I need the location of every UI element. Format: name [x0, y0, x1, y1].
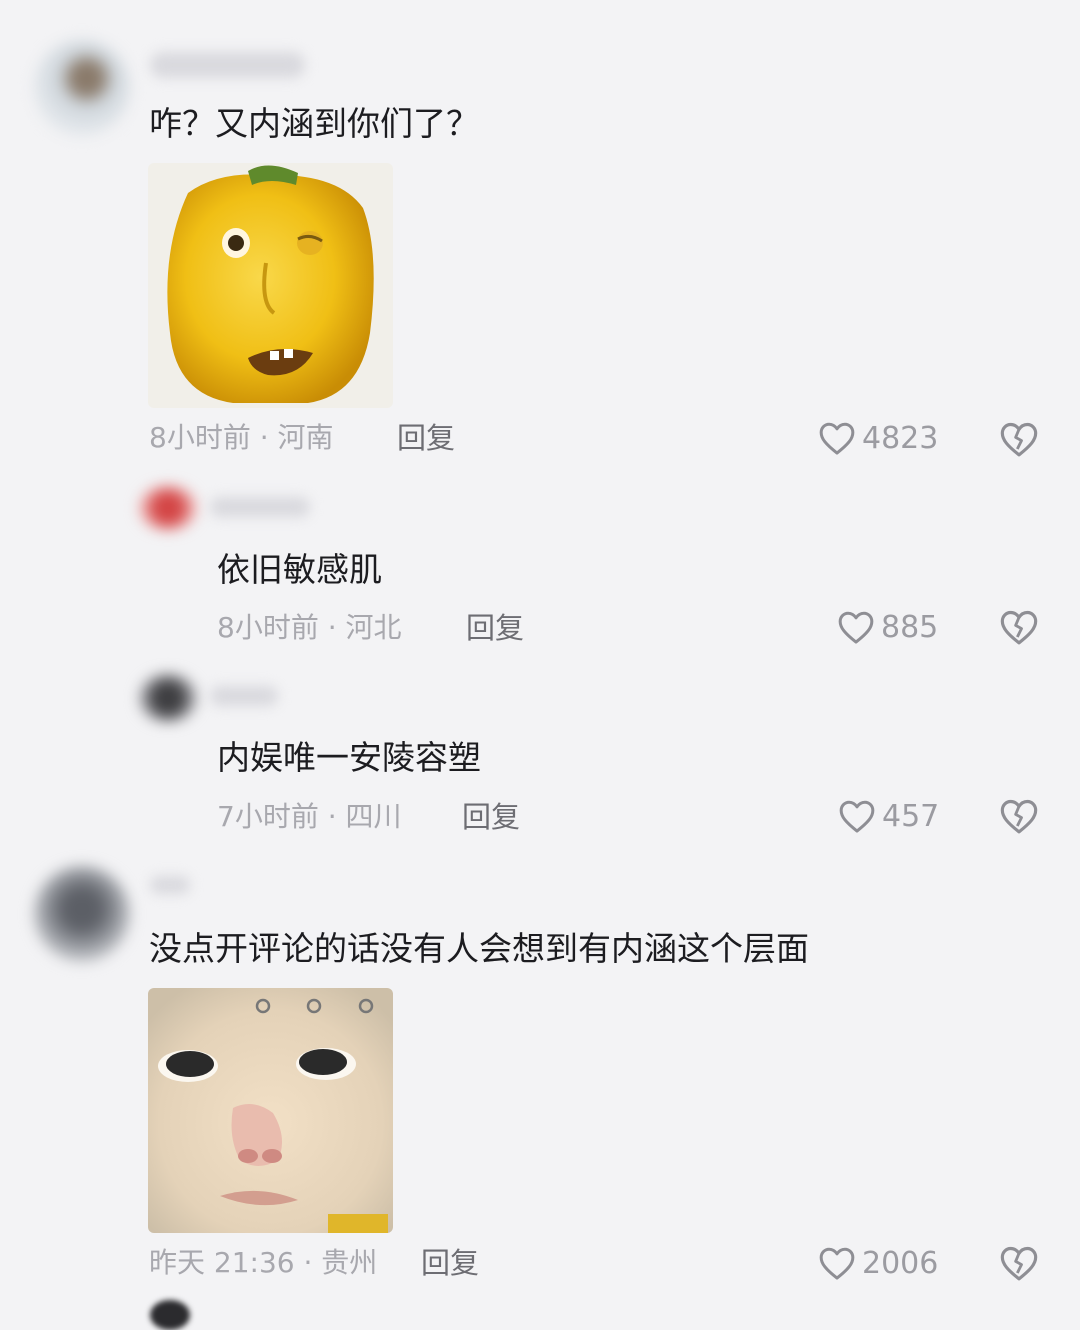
avatar[interactable]: [139, 674, 197, 722]
heart-icon: [838, 798, 876, 834]
like-count: 2006: [862, 1245, 939, 1281]
like-count: 4823: [862, 420, 939, 456]
username[interactable]: [210, 497, 310, 517]
comment-location: 四川: [345, 800, 402, 833]
comment-time: 7小时前: [217, 800, 319, 833]
reply-button[interactable]: 回复: [397, 421, 455, 455]
comment-text: 没点开评论的话没有人会想到有内涵这个层面: [149, 929, 809, 968]
heart-icon: [818, 420, 856, 456]
yellow-pepper-face-sticker[interactable]: [148, 163, 393, 408]
meta-dot: ·: [318, 611, 346, 644]
comment-location: 河南: [277, 421, 334, 454]
like-count: 885: [881, 609, 939, 645]
dislike-button[interactable]: [999, 608, 1039, 646]
heart-icon: [818, 1245, 856, 1281]
reply-button[interactable]: 回复: [421, 1246, 479, 1280]
like-count: 457: [882, 798, 940, 834]
username[interactable]: [210, 686, 278, 706]
comment-meta: 7小时前 · 四川: [217, 800, 402, 834]
like-button[interactable]: 457: [838, 798, 939, 834]
like-button[interactable]: 2006: [818, 1245, 938, 1281]
broken-heart-icon: [999, 420, 1039, 458]
comment-time: 8小时前: [217, 611, 319, 644]
avatar[interactable]: [34, 866, 130, 962]
reply-button[interactable]: 回复: [462, 800, 520, 834]
comment-text: 内娱唯一安陵容塑: [217, 738, 481, 777]
meta-dot: ·: [294, 1246, 322, 1279]
comment-location: 贵州: [321, 1246, 378, 1279]
meta-dot: ·: [318, 800, 346, 833]
avatar[interactable]: [139, 486, 197, 530]
like-button[interactable]: 4823: [818, 420, 938, 456]
dislike-button[interactable]: [999, 1244, 1039, 1282]
comment-text: 依旧敏感肌: [217, 550, 382, 589]
heart-icon: [837, 609, 875, 645]
comment-time: 昨天 21:36: [149, 1246, 295, 1279]
avatar[interactable]: [150, 1300, 190, 1330]
comment-meta: 8小时前 · 河南: [149, 421, 334, 455]
comment-time: 8小时前: [149, 421, 251, 454]
comment-meta: 昨天 21:36 · 贵州: [149, 1246, 377, 1280]
cat-face-sticker[interactable]: [148, 988, 393, 1233]
dislike-button[interactable]: [999, 420, 1039, 458]
broken-heart-icon: [999, 1244, 1039, 1282]
broken-heart-icon: [999, 608, 1039, 646]
comment-meta: 8小时前 · 河北: [217, 611, 402, 645]
comment-text: 咋？又内涵到你们了？: [149, 104, 479, 143]
comment-location: 河北: [345, 611, 402, 644]
username[interactable]: [150, 876, 190, 894]
username[interactable]: [150, 52, 305, 78]
reply-button[interactable]: 回复: [466, 611, 524, 645]
dislike-button[interactable]: [999, 797, 1039, 835]
like-button[interactable]: 885: [837, 609, 938, 645]
avatar[interactable]: [34, 40, 130, 136]
broken-heart-icon: [999, 797, 1039, 835]
meta-dot: ·: [250, 421, 278, 454]
